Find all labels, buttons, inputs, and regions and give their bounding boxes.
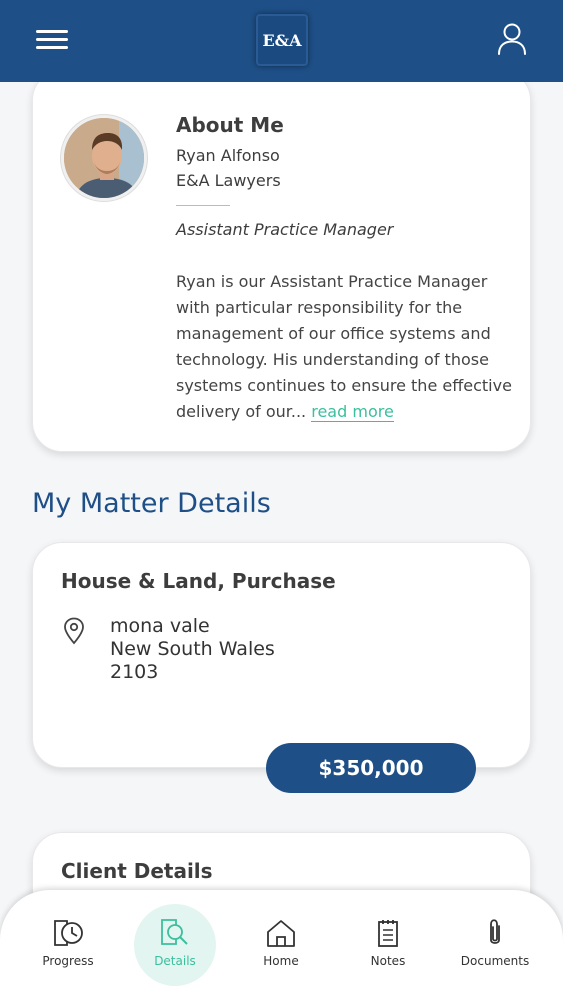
- app-logo[interactable]: E&A: [256, 14, 308, 66]
- about-me-card: About Me Ryan Alfonso E&A Lawyers Assist…: [32, 70, 531, 452]
- matter-card[interactable]: House & Land, Purchase mona vale New Sou…: [32, 542, 531, 768]
- nav-label: Notes: [370, 954, 406, 968]
- nav-documents[interactable]: Documents: [445, 904, 545, 986]
- nav-label: Documents: [460, 954, 530, 968]
- nav-details[interactable]: Details: [125, 904, 225, 986]
- nav-home[interactable]: Home: [231, 904, 331, 986]
- nav-label: Home: [263, 954, 299, 968]
- bottom-navigation: Progress Details Home Notes Documents: [0, 890, 563, 1000]
- hamburger-icon[interactable]: [36, 28, 68, 52]
- client-details-title: Client Details: [61, 859, 213, 883]
- paperclip-icon: [490, 919, 500, 944]
- divider: [176, 205, 230, 206]
- profile-photo: [61, 115, 147, 201]
- firm-name: E&A Lawyers: [176, 171, 281, 190]
- home-icon: [267, 920, 295, 947]
- price-button[interactable]: $350,000: [266, 743, 476, 793]
- bio-body: Ryan is our Assistant Practice Manager w…: [176, 272, 512, 421]
- nav-notes[interactable]: Notes: [338, 904, 438, 986]
- about-title: About Me: [176, 113, 284, 137]
- address-postcode: 2103: [110, 661, 159, 683]
- bio-text: Ryan is our Assistant Practice Manager w…: [176, 269, 512, 425]
- location-pin-icon: [64, 617, 84, 645]
- matter-type: House & Land, Purchase: [61, 569, 336, 593]
- read-more-link[interactable]: read more: [311, 402, 394, 422]
- nav-progress[interactable]: Progress: [18, 904, 118, 986]
- progress-clock-icon: [54, 920, 83, 946]
- top-app-bar: E&A: [0, 0, 563, 82]
- section-title: My Matter Details: [32, 488, 271, 519]
- user-icon[interactable]: [496, 22, 528, 56]
- notes-icon: [378, 920, 398, 947]
- person-name: Ryan Alfonso: [176, 146, 280, 165]
- person-role: Assistant Practice Manager: [176, 220, 394, 239]
- matter-address: mona vale New South Wales 2103: [110, 615, 275, 684]
- address-state: New South Wales: [110, 638, 275, 660]
- address-suburb: mona vale: [110, 615, 210, 637]
- details-search-icon: [161, 919, 188, 945]
- nav-label: Details: [154, 954, 196, 968]
- nav-label: Progress: [42, 954, 94, 968]
